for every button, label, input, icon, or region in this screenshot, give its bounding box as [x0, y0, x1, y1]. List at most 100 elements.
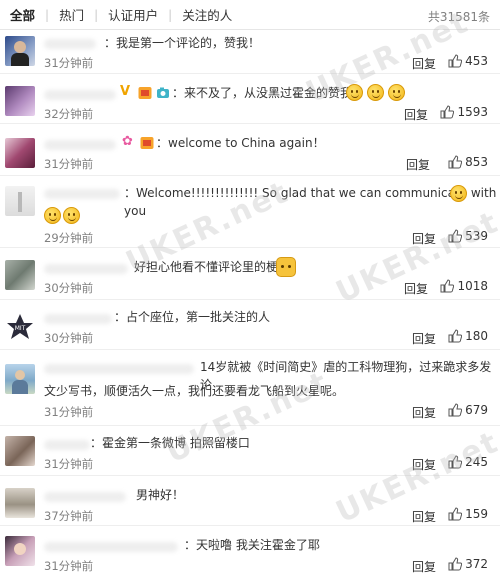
comment-item: V ：来不及了，从没黑过霍金的赞我 32分钟前 回复 1593 — [0, 74, 500, 124]
comment-item: ：我是第一个评论的，赞我！ 31分钟前 回复 453 — [0, 30, 500, 74]
verified-v-icon: V — [120, 84, 131, 99]
like-button[interactable]: 1018 — [440, 279, 488, 293]
thumbs-up-icon — [448, 455, 463, 469]
reply-button[interactable]: 回复 — [412, 404, 436, 421]
comment-text: ：天啦噜 我关注霍金了耶 — [184, 538, 320, 552]
camera-icon — [157, 87, 169, 98]
reply-button[interactable]: 回复 — [412, 330, 436, 347]
reply-button[interactable]: 回复 — [404, 280, 428, 297]
username-blurred[interactable] — [44, 364, 194, 374]
like-button[interactable]: 180 — [448, 329, 488, 343]
comment-item: 男神好！ 37分钟前 回复 159 — [0, 476, 500, 526]
user-avatar[interactable] — [5, 138, 35, 168]
user-avatar[interactable] — [5, 186, 35, 216]
user-avatar[interactable] — [5, 36, 35, 66]
reply-button[interactable]: 回复 — [406, 156, 430, 173]
comment-time: 31分钟前 — [44, 157, 94, 171]
comment-text: ：welcome to China again！ — [156, 136, 325, 150]
tab-followed[interactable]: 关注的人 — [178, 5, 236, 24]
smiley-icon — [450, 185, 467, 202]
reply-button[interactable]: 回复 — [412, 456, 436, 473]
username-blurred[interactable] — [44, 39, 96, 49]
username-blurred[interactable] — [44, 140, 116, 150]
comment-text: ：霍金第一条微博 拍照留楼口 — [90, 436, 250, 450]
comment-item: ：天啦噜 我关注霍金了耶 31分钟前 回复 372 — [0, 526, 500, 585]
vip-badge-icon — [140, 137, 154, 149]
comment-text: ：我是第一个评论的，赞我！ — [104, 36, 261, 50]
comment-item: ：霍金第一条微博 拍照留楼口 31分钟前 回复 245 — [0, 426, 500, 476]
username-blurred[interactable] — [44, 492, 126, 502]
thumbs-up-icon — [448, 557, 463, 571]
like-count: 180 — [465, 329, 488, 343]
like-button[interactable]: 245 — [448, 455, 488, 469]
like-count: 853 — [465, 155, 488, 169]
comment-item: 好担心他看不懂评论里的梗 30分钟前 回复 1018 — [0, 248, 500, 300]
like-count: 245 — [465, 455, 488, 469]
comment-time: 30分钟前 — [44, 281, 94, 295]
like-count: 159 — [465, 507, 488, 521]
comment-item: MIT ：占个座位，第一批关注的人 30分钟前 回复 180 — [0, 300, 500, 350]
comment-time: 29分钟前 — [44, 231, 94, 245]
smiley-icon — [44, 207, 61, 224]
username-blurred[interactable] — [44, 264, 128, 274]
username-blurred[interactable] — [44, 189, 120, 199]
tab-divider: | — [45, 7, 50, 22]
like-button[interactable]: 372 — [448, 557, 488, 571]
thumbs-up-icon — [448, 54, 463, 68]
username-blurred[interactable] — [44, 440, 90, 450]
user-avatar[interactable]: MIT — [5, 312, 35, 342]
reply-button[interactable]: 回复 — [404, 106, 428, 123]
smiley-icon — [367, 84, 384, 101]
smiley-icon — [63, 207, 80, 224]
reply-button[interactable]: 回复 — [412, 558, 436, 575]
butterfly-icon: ✿ — [122, 134, 133, 149]
user-avatar[interactable] — [5, 436, 35, 466]
user-avatar[interactable] — [5, 260, 35, 290]
vip-badge-icon — [138, 87, 152, 99]
comment-time: 32分钟前 — [44, 107, 94, 121]
like-button[interactable]: 1593 — [440, 105, 488, 119]
like-button[interactable]: 453 — [448, 54, 488, 68]
user-avatar[interactable] — [5, 86, 35, 116]
like-count: 1018 — [457, 279, 488, 293]
user-avatar[interactable] — [5, 364, 35, 394]
like-count: 679 — [465, 403, 488, 417]
comment-text: ：Welcome!!!!!!!!!!!!!! So glad that we c… — [124, 186, 497, 218]
svg-text:MIT: MIT — [15, 325, 26, 332]
like-count: 453 — [465, 54, 488, 68]
like-button[interactable]: 539 — [448, 229, 488, 243]
thumbs-up-icon — [448, 155, 463, 169]
username-blurred[interactable] — [44, 314, 112, 324]
tab-verified[interactable]: 认证用户 — [104, 5, 162, 24]
username-blurred[interactable] — [44, 90, 116, 100]
like-button[interactable]: 679 — [448, 403, 488, 417]
emoji-group — [346, 84, 405, 101]
tab-hot[interactable]: 热门 — [55, 5, 88, 24]
tab-all[interactable]: 全部 — [6, 5, 39, 24]
comment-text: 文少写书，顺便活久一点，我们还要看龙飞船到火星呢。 — [44, 384, 345, 398]
user-avatar[interactable] — [5, 488, 35, 518]
emoji-group — [450, 185, 467, 202]
like-count: 1593 — [457, 105, 488, 119]
comment-time: 30分钟前 — [44, 331, 94, 345]
thumbs-up-icon — [448, 329, 463, 343]
comment-item: 14岁就被《时间简史》虐的工科物理狗，过来跪求多发论 文少写书，顺便活久一点，我… — [0, 350, 500, 426]
like-button[interactable]: 159 — [448, 507, 488, 521]
like-button[interactable]: 853 — [448, 155, 488, 169]
reply-button[interactable]: 回复 — [412, 508, 436, 525]
comment-item: ✿ ：welcome to China again！ 31分钟前 回复 853 — [0, 124, 500, 176]
username-blurred[interactable] — [44, 542, 178, 552]
comment-filter-tabs: 全部 | 热门 | 认证用户 | 关注的人 — [0, 0, 500, 30]
total-comment-count: 共31581条 — [427, 10, 490, 24]
reply-button[interactable]: 回复 — [412, 55, 436, 72]
thumbs-up-icon — [440, 279, 455, 293]
comment-text: ：占个座位，第一批关注的人 — [114, 310, 271, 324]
comment-text: ：来不及了，从没黑过霍金的赞我 — [172, 86, 353, 100]
comment-time: 31分钟前 — [44, 457, 94, 471]
user-avatar[interactable] — [5, 536, 35, 566]
reply-button[interactable]: 回复 — [412, 230, 436, 247]
smiley-icon — [388, 84, 405, 101]
like-count: 539 — [465, 229, 488, 243]
thumbs-up-icon — [448, 403, 463, 417]
tab-divider: | — [94, 7, 99, 22]
